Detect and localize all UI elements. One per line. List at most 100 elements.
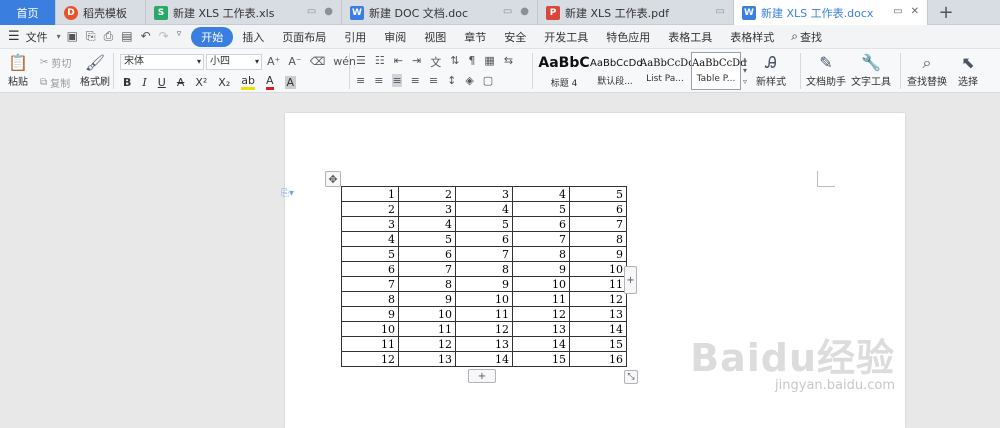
subscript-icon[interactable]: X₂ (218, 76, 230, 89)
numbered-list-icon[interactable]: ☷ (375, 54, 385, 70)
find-replace-button[interactable]: ⌕ 查找替换 (907, 53, 947, 88)
bullet-list-icon[interactable]: ☰ (356, 54, 366, 70)
table-cell[interactable]: 11 (341, 336, 399, 352)
close-icon[interactable]: ✕ (911, 6, 919, 17)
table-cell[interactable]: 4 (341, 231, 399, 247)
data-table[interactable]: 1 2 3 4 5 2 3 4 5 6 3 4 5 6 7 4 5 6 7 8 5 6 7 8 9 6 7 8 9 10 7 8 9 10 11 8 9… (341, 186, 627, 367)
tab-table-tools[interactable]: 表格工具 (659, 29, 721, 45)
table-cell[interactable]: 9 (512, 261, 570, 277)
table-cell[interactable]: 6 (341, 261, 399, 277)
table-cell[interactable]: 3 (455, 186, 513, 202)
shading-icon[interactable]: ◈ (465, 74, 473, 87)
tab-review[interactable]: 审阅 (375, 29, 415, 45)
font-name-select[interactable]: 宋体 ▾ (120, 54, 204, 70)
tab-xls-file[interactable]: S 新建 XLS 工作表.xls ▭ ● (146, 0, 342, 25)
copy-button[interactable]: ⧉ 复制 (40, 75, 70, 90)
select-button[interactable]: ⬉ 选择 (958, 53, 978, 88)
table-cell[interactable]: 15 (569, 336, 627, 352)
table-cell[interactable]: 12 (569, 291, 627, 307)
table-cell[interactable]: 5 (512, 201, 570, 217)
tab-section[interactable]: 章节 (455, 29, 495, 45)
char-shading-icon[interactable]: A (284, 75, 297, 89)
cut-button[interactable]: ✂ 剪切 (40, 55, 71, 70)
search-button[interactable]: 查找 (798, 29, 831, 45)
monitor-icon[interactable]: ▭ (716, 6, 725, 17)
table-cell[interactable]: 5 (341, 246, 399, 262)
bold-button[interactable]: B (123, 76, 131, 89)
table-cell[interactable]: 10 (512, 276, 570, 292)
table-cell[interactable]: 12 (512, 306, 570, 322)
shrink-font-icon[interactable]: A⁻ (288, 55, 301, 68)
justify-icon[interactable]: ≡ (411, 74, 420, 87)
export-icon[interactable]: ⎘ (86, 29, 96, 44)
distribute-icon[interactable]: ≡ (429, 74, 438, 87)
table-cell[interactable]: 16 (569, 351, 627, 367)
table-cell[interactable]: 5 (569, 186, 627, 202)
preview-icon[interactable]: ▤ (121, 29, 132, 44)
table-move-handle[interactable]: ✥ (325, 171, 341, 187)
table-cell[interactable]: 13 (398, 351, 456, 367)
decrease-indent-icon[interactable]: ⇤ (394, 54, 403, 70)
table-cell[interactable]: 9 (398, 291, 456, 307)
table-cell[interactable]: 12 (398, 336, 456, 352)
phonetic-icon[interactable]: wén (333, 55, 356, 68)
table-cell[interactable]: 13 (569, 306, 627, 322)
tab-table-style[interactable]: 表格样式 (721, 29, 783, 45)
grow-font-icon[interactable]: A⁺ (267, 55, 280, 68)
monitor-icon[interactable]: ▭ (307, 6, 316, 17)
table-cell[interactable]: 6 (512, 216, 570, 232)
monitor-icon[interactable]: ▭ (503, 6, 512, 17)
table-cell[interactable]: 14 (512, 336, 570, 352)
new-style-button[interactable]: Ꭿ 新样式 (756, 53, 786, 88)
table-cell[interactable]: 4 (398, 216, 456, 232)
line-spacing-icon[interactable]: ↕ (447, 74, 456, 87)
table-cell[interactable]: 8 (455, 261, 513, 277)
underline-button[interactable]: U (158, 76, 166, 89)
text-direction-icon[interactable]: ⇆ (504, 54, 513, 70)
highlight-icon[interactable]: ab (241, 74, 255, 90)
table-cell[interactable]: 2 (341, 201, 399, 217)
customize-icon[interactable]: ▿ (177, 29, 182, 44)
style-default-paragraph[interactable]: AaBbCcDd 默认段... (590, 52, 643, 90)
file-menu[interactable]: 文件 (24, 29, 57, 45)
style-table-paragraph[interactable]: AaBbCcDd Table P... (691, 52, 747, 90)
font-color-button[interactable]: A (265, 74, 274, 90)
monitor-icon[interactable]: ▭ (893, 6, 902, 17)
document-page[interactable]: ✥ ⎘▾ 1 2 3 4 5 2 3 4 5 6 3 4 5 6 7 4 5 6 7 8 5 6 7 8 9 6 7 8 9 10 7 8 9 1… (281, 113, 905, 428)
sort-icon[interactable]: ⇅ (450, 54, 459, 70)
table-cell[interactable]: 6 (398, 246, 456, 262)
border-icon[interactable]: ▢ (483, 74, 493, 87)
tab-page-layout[interactable]: 页面布局 (273, 29, 335, 45)
table-cell[interactable]: 15 (512, 351, 570, 367)
format-painter-button[interactable]: 🖌 格式刷 (80, 53, 110, 88)
superscript-icon[interactable]: X² (195, 76, 207, 89)
save-icon[interactable]: ▣ (67, 29, 78, 44)
table-resize-handle[interactable]: ⤡ (624, 370, 638, 384)
table-cell[interactable]: 9 (569, 246, 627, 262)
table-cell[interactable]: 9 (455, 276, 513, 292)
table-cell[interactable]: 11 (398, 321, 456, 337)
table-cell[interactable]: 4 (512, 186, 570, 202)
table-cell[interactable]: 4 (455, 201, 513, 217)
tab-docer-templates[interactable]: D 稻壳模板 (56, 0, 146, 25)
table-cell[interactable]: 10 (398, 306, 456, 322)
table-cell[interactable]: 3 (341, 216, 399, 232)
strikethrough-icon[interactable]: A (177, 76, 185, 89)
new-tab-button[interactable]: + (928, 0, 964, 24)
table-cell[interactable]: 14 (455, 351, 513, 367)
table-cell[interactable]: 10 (569, 261, 627, 277)
table-cell[interactable]: 12 (341, 351, 399, 367)
styles-scroll[interactable]: ▴ ▾ ▿ (743, 54, 747, 87)
tab-home[interactable]: 首页 (0, 0, 56, 25)
print-icon[interactable]: ⎙ (104, 29, 114, 44)
tab-view[interactable]: 视图 (415, 29, 455, 45)
table-cell[interactable]: 10 (455, 291, 513, 307)
paste-button[interactable]: 📋 粘贴 (8, 53, 28, 88)
tab-pdf-file[interactable]: P 新建 XLS 工作表.pdf ▭ (538, 0, 734, 25)
eraser-icon[interactable]: ⌫ (310, 55, 326, 68)
table-cell[interactable]: 8 (398, 276, 456, 292)
table-cell[interactable]: 13 (455, 336, 513, 352)
show-marks-icon[interactable]: ¶ (468, 54, 475, 70)
table-cell[interactable]: 11 (569, 276, 627, 292)
align-right-icon[interactable]: ≡ (392, 74, 402, 87)
